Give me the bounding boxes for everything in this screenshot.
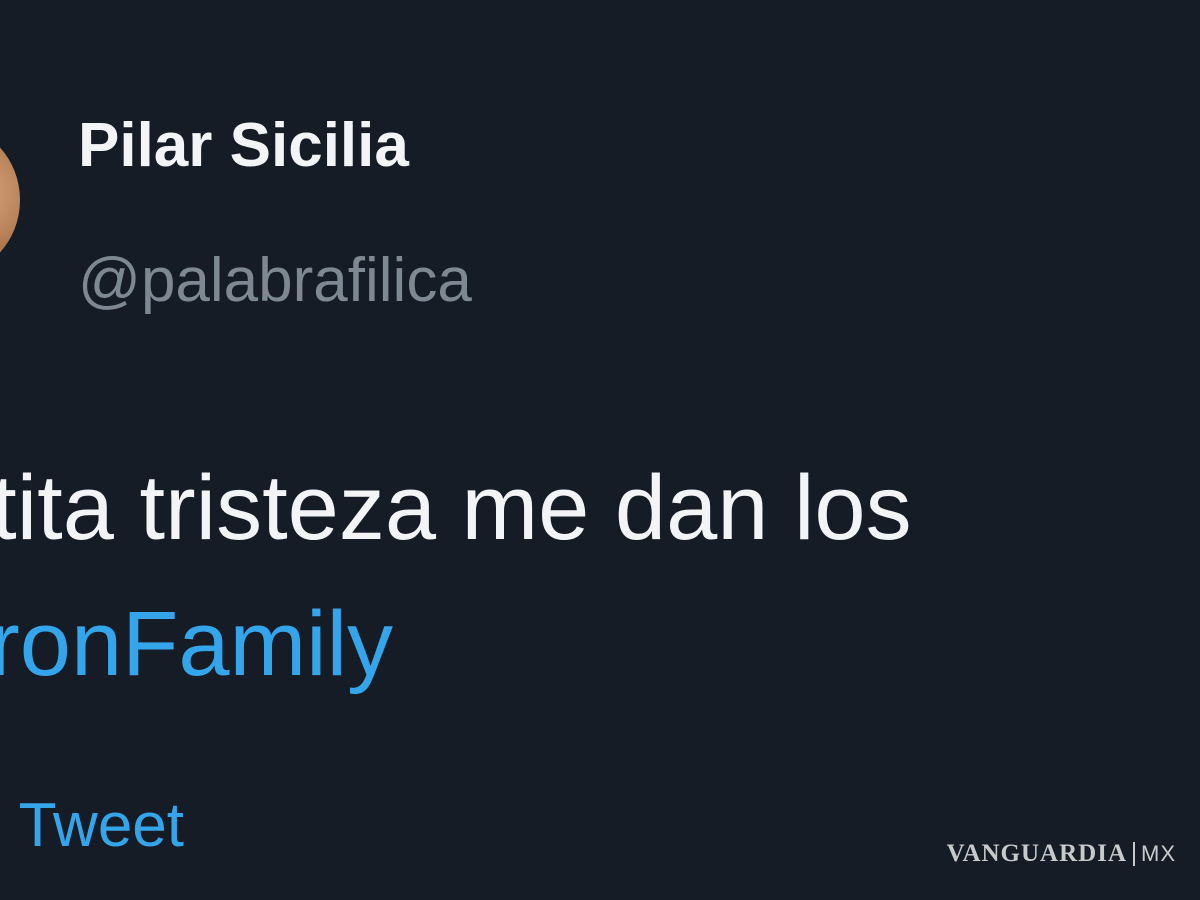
watermark-country: MX (1141, 841, 1176, 866)
hashtag-link[interactable]: aronFamily (0, 592, 393, 697)
watermark-brand: VANGUARDIA (946, 840, 1127, 867)
author-avatar[interactable] (0, 125, 20, 275)
watermark-divider (1133, 842, 1135, 866)
tweet-screenshot: Pilar Sicilia @palabrafilica ntita trist… (0, 0, 1200, 900)
author-handle[interactable]: @palabrafilica (78, 245, 472, 316)
author-display-name[interactable]: Pilar Sicilia (78, 110, 409, 181)
publisher-watermark: VANGUARDIA MX (947, 840, 1176, 868)
tweet-text: ntita tristeza me dan los (0, 457, 912, 559)
translate-tweet-link[interactable]: e Tweet (0, 790, 184, 861)
